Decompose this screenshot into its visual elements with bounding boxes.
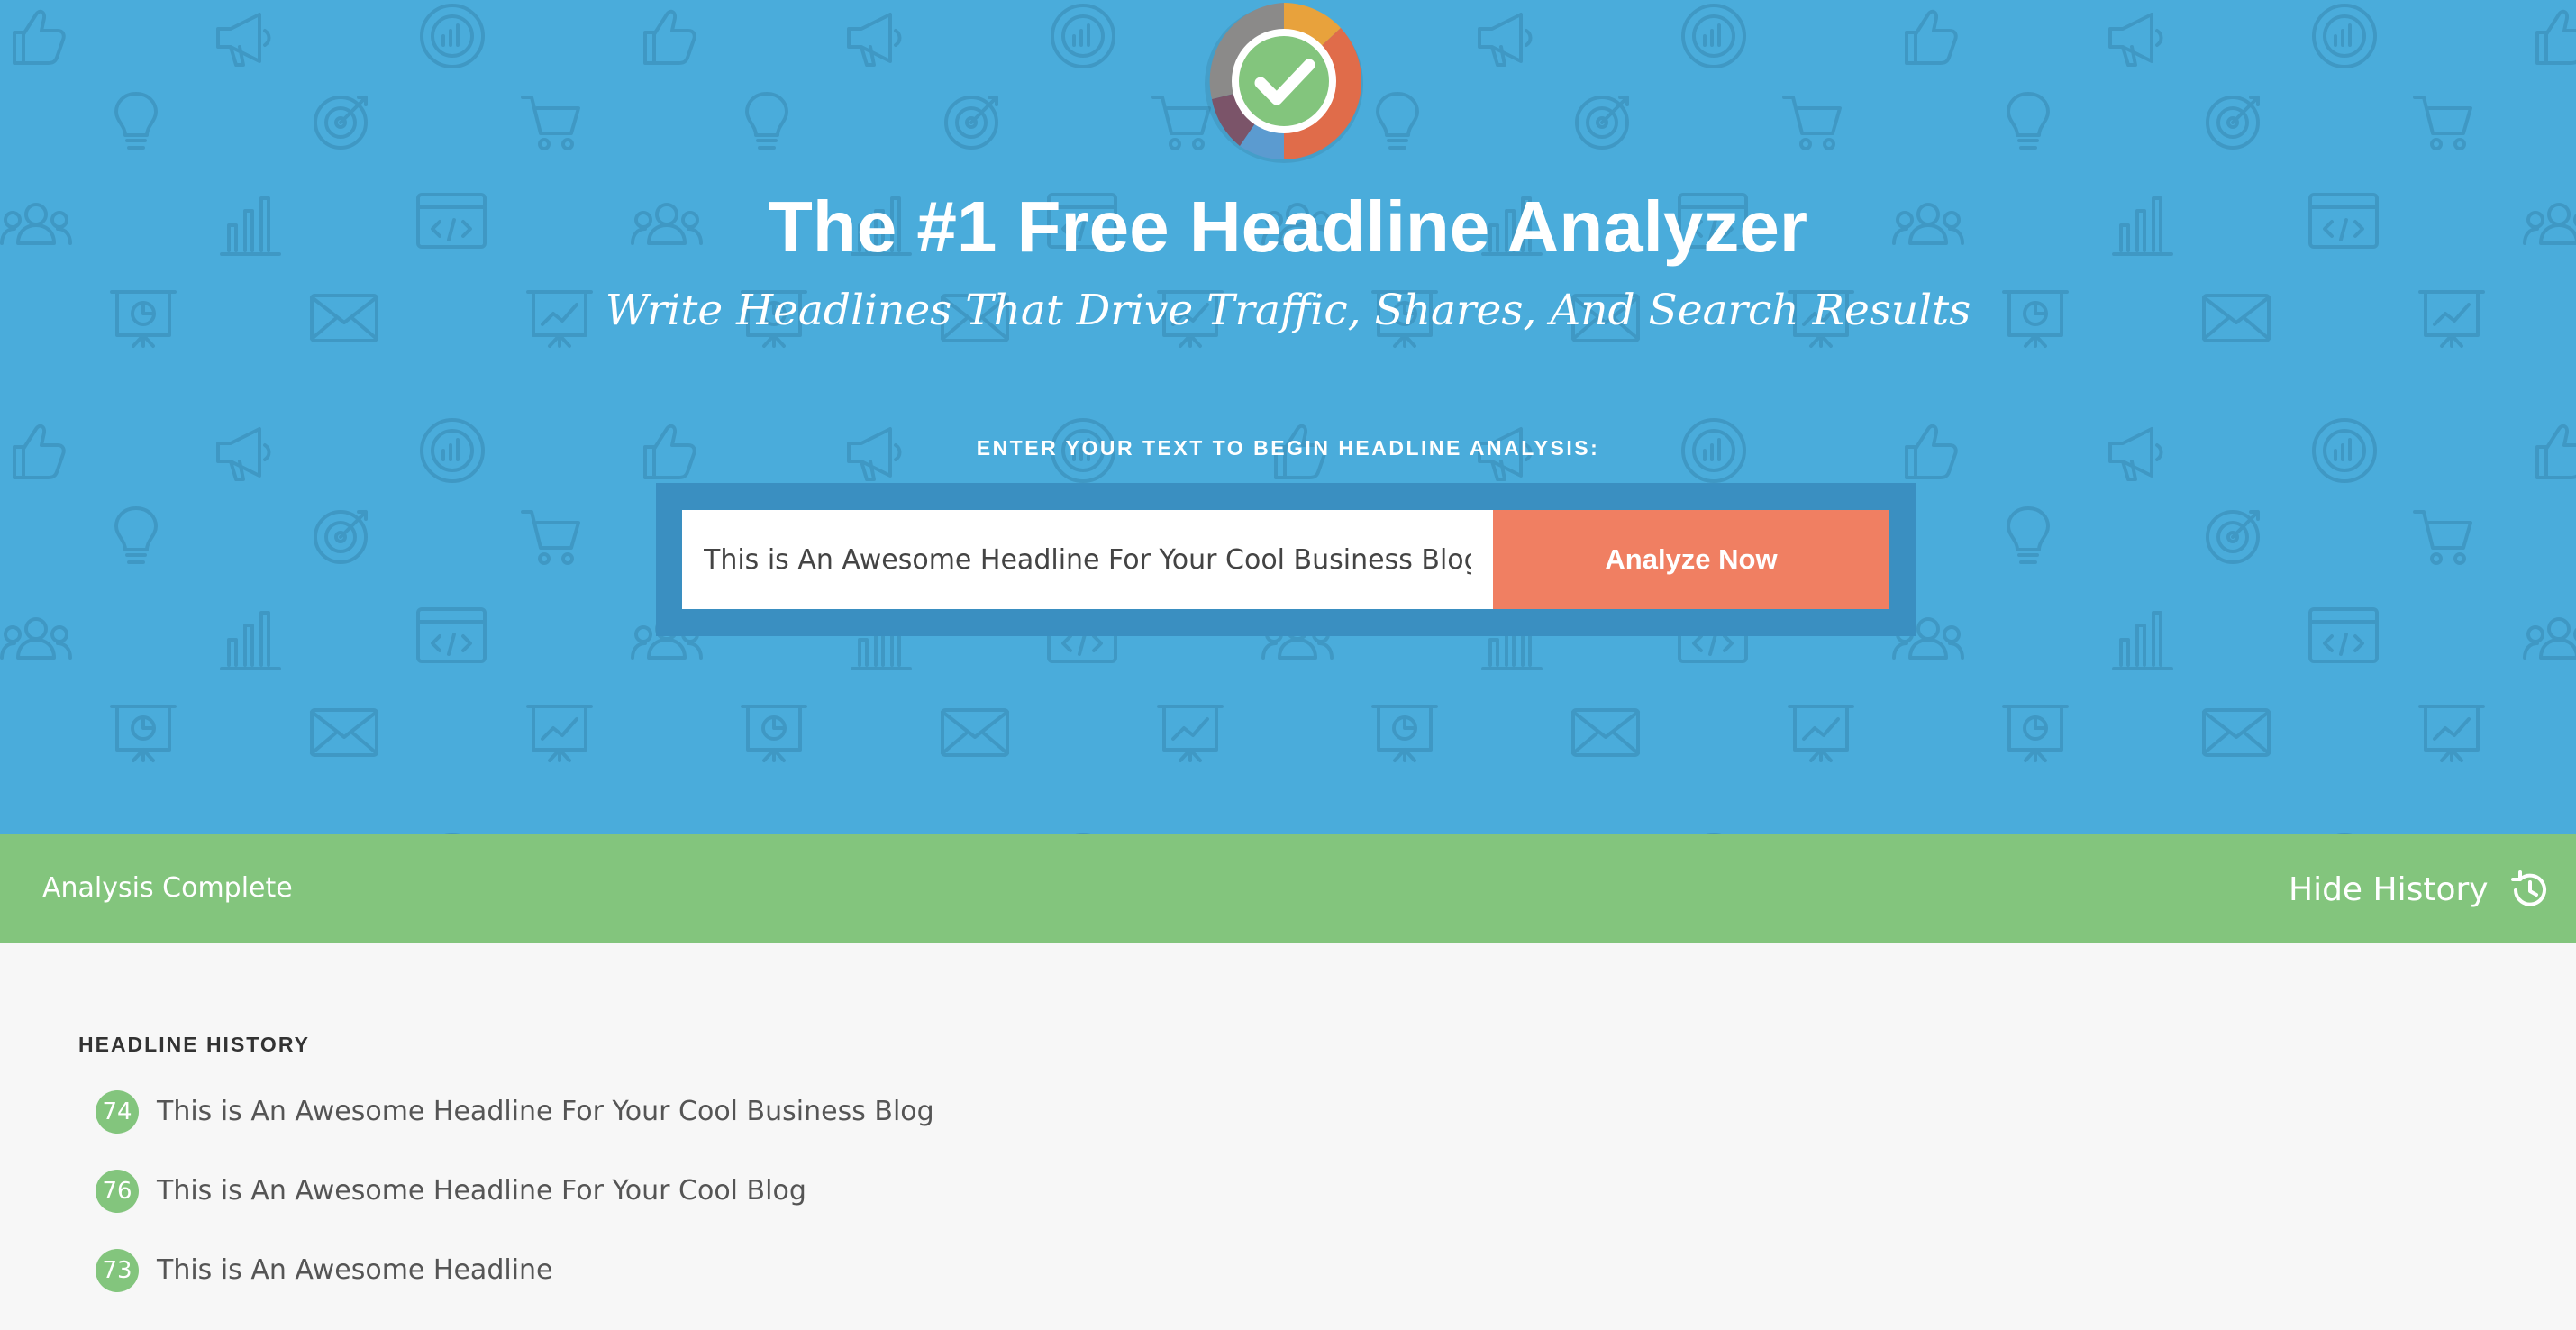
hide-history-button[interactable]: Hide History	[2289, 863, 2550, 917]
hide-history-label: Hide History	[2289, 871, 2489, 908]
analysis-status-bar	[0, 834, 2576, 943]
score-badge: 74	[96, 1090, 139, 1134]
history-headline-text: This is An Awesome Headline For Your Coo…	[157, 1175, 806, 1207]
analyze-now-button[interactable]: Analyze Now	[1493, 510, 1889, 609]
analysis-status-text: Analysis Complete	[42, 872, 293, 904]
history-headline-text: This is An Awesome Headline	[157, 1254, 553, 1286]
headline-history-list: 74 This is An Awesome Headline For Your …	[96, 1090, 934, 1328]
page-subtitle: Write Headlines That Drive Traffic, Shar…	[605, 286, 1971, 335]
history-headline-text: This is An Awesome Headline For Your Coo…	[157, 1096, 934, 1127]
headline-input[interactable]	[682, 510, 1493, 609]
page-title: The #1 Free Headline Analyzer	[768, 187, 1808, 267]
history-clock-icon	[2510, 870, 2546, 906]
headline-history-heading: HEADLINE HISTORY	[78, 1033, 310, 1056]
score-badge: 73	[96, 1249, 139, 1292]
history-item[interactable]: 73 This is An Awesome Headline	[96, 1249, 934, 1292]
score-badge: 76	[96, 1170, 139, 1213]
history-item[interactable]: 74 This is An Awesome Headline For Your …	[96, 1090, 934, 1134]
checkmark-score-ring-icon	[1205, 3, 1363, 163]
history-item[interactable]: 76 This is An Awesome Headline For Your …	[96, 1170, 934, 1213]
hero-banner: The #1 Free Headline Analyzer Write Head…	[0, 0, 2576, 834]
input-prompt-label: ENTER YOUR TEXT TO BEGIN HEADLINE ANALYS…	[976, 436, 1600, 460]
